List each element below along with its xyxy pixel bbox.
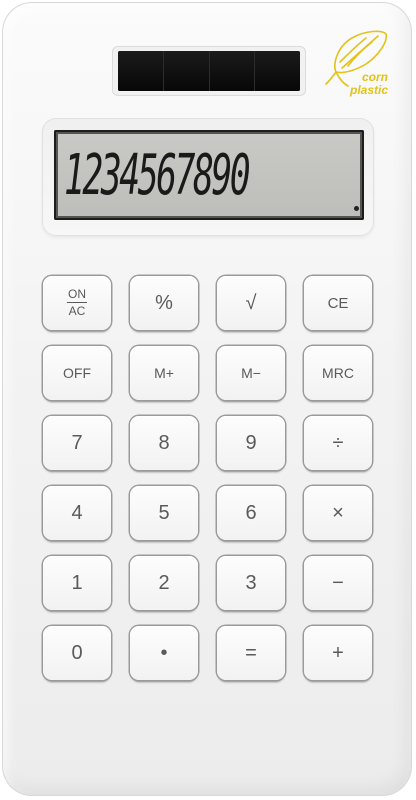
digit-7-label: 7 — [71, 431, 83, 454]
decimal-point — [354, 206, 359, 211]
square-root-label: √ — [245, 291, 257, 314]
percent-label: % — [155, 291, 173, 314]
solar-cell — [118, 51, 164, 91]
digit-6-button[interactable]: 6 — [217, 486, 285, 540]
digit-5-button[interactable]: 5 — [130, 486, 198, 540]
memory-minus-label: M− — [241, 365, 261, 381]
digit-0-label: 0 — [71, 641, 83, 664]
digit-3-label: 3 — [245, 571, 257, 594]
digit-1-label: 1 — [71, 571, 83, 594]
plus-label: + — [332, 641, 344, 664]
on-label: ON — [67, 287, 87, 303]
digit-4-button[interactable]: 4 — [43, 486, 111, 540]
memory-recall-clear-button[interactable]: MRC — [304, 346, 372, 400]
digit-9-label: 9 — [245, 431, 257, 454]
minus-button[interactable]: − — [304, 556, 372, 610]
minus-label: − — [332, 571, 344, 594]
lcd-digits: 1234567890 — [64, 143, 251, 208]
digit-2-button[interactable]: 2 — [130, 556, 198, 610]
memory-plus-button[interactable]: M+ — [130, 346, 198, 400]
memory-minus-button[interactable]: M− — [217, 346, 285, 400]
digit-3-button[interactable]: 3 — [217, 556, 285, 610]
ac-label: AC — [68, 304, 86, 318]
digit-8-button[interactable]: 8 — [130, 416, 198, 470]
off-label: OFF — [63, 365, 91, 381]
memory-recall-clear-label: MRC — [322, 365, 354, 381]
solar-cell — [209, 51, 256, 91]
solar-cell — [255, 51, 300, 91]
clear-entry-button[interactable]: CE — [304, 276, 372, 330]
logo-text: corn plastic — [328, 71, 388, 97]
digit-8-label: 8 — [158, 431, 170, 454]
equals-label: = — [245, 641, 257, 664]
memory-plus-label: M+ — [154, 365, 174, 381]
decimal-point-label: • — [160, 641, 168, 664]
decimal-point-button[interactable]: • — [130, 626, 198, 680]
clear-entry-label: CE — [327, 294, 349, 312]
digit-4-label: 4 — [71, 501, 83, 524]
solar-panel — [112, 46, 306, 96]
digit-0-button[interactable]: 0 — [43, 626, 111, 680]
multiply-button[interactable]: × — [304, 486, 372, 540]
digit-1-button[interactable]: 1 — [43, 556, 111, 610]
equals-button[interactable]: = — [217, 626, 285, 680]
divide-button[interactable]: ÷ — [304, 416, 372, 470]
on-ac-button[interactable]: ON AC — [43, 276, 111, 330]
square-root-button[interactable]: √ — [217, 276, 285, 330]
divide-label: ÷ — [332, 431, 344, 454]
digit-7-button[interactable]: 7 — [43, 416, 111, 470]
digit-6-label: 6 — [245, 501, 257, 524]
off-button[interactable]: OFF — [43, 346, 111, 400]
solar-cells — [118, 51, 300, 91]
digit-9-button[interactable]: 9 — [217, 416, 285, 470]
digit-5-label: 5 — [158, 501, 170, 524]
multiply-label: × — [332, 501, 344, 524]
plus-button[interactable]: + — [304, 626, 372, 680]
percent-button[interactable]: % — [130, 276, 198, 330]
logo-line2: plastic — [349, 83, 388, 97]
solar-cell — [163, 51, 210, 91]
digit-2-label: 2 — [158, 571, 170, 594]
